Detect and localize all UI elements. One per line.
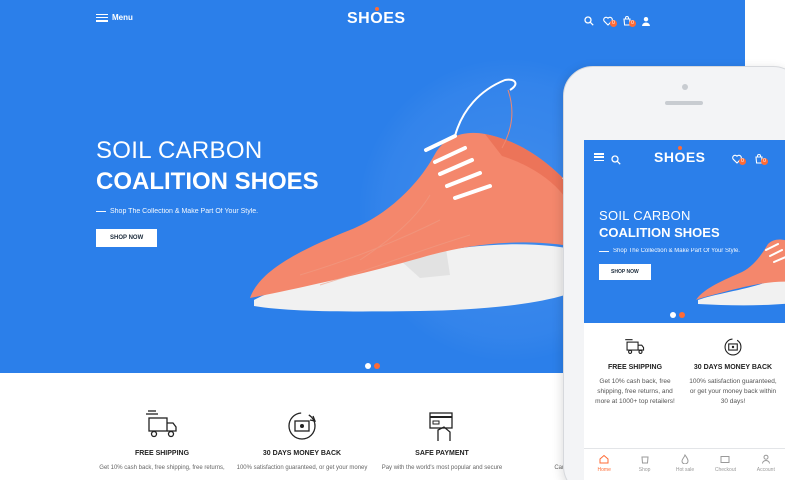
header-bar: Menu SHOES 0 0 [0,0,745,40]
phone-mockup: SHOES 0 0 SOIL CARBON COALITION SHOES Sh… [563,66,785,480]
hamburger-icon[interactable] [594,153,604,161]
mobile-hero-slide-dots [670,312,685,318]
slide-dot-2[interactable] [374,363,380,369]
nav-item-checkout[interactable]: Checkout [705,449,745,480]
logo-text-end: ES [383,10,406,27]
mobile-features-section: FREE SHIPPING Get 10% cash back, free sh… [584,323,785,448]
mobile-brand-logo[interactable]: SHOES [654,149,706,165]
free-shipping-truck-icon [144,408,180,444]
nav-item-home[interactable]: Home [584,449,624,480]
search-icon[interactable] [584,13,594,26]
safe-payment-card-icon [424,408,460,444]
feature-title: FREE SHIPPING [607,364,663,371]
search-icon[interactable] [611,152,621,165]
feature-title: FREE SHIPPING [134,450,190,457]
logo-text-o: O [370,10,384,27]
feature-description: Get 10% cash back, free shipping, free r… [595,378,675,405]
home-icon [599,454,609,464]
logo-text-end: ES [685,149,706,165]
free-shipping-truck-icon [624,336,646,358]
cart-icon[interactable]: 0 [754,151,768,165]
slide-dot-1[interactable] [365,363,371,369]
feature-money-back: 30 DAYS MONEY BACK 100% satisfaction gua… [232,408,372,471]
nav-item-shop[interactable]: Shop [624,449,664,480]
wallet-icon [720,454,730,464]
hero-slide-dots [365,363,380,369]
heart-icon[interactable]: 0 [732,151,746,165]
feature-free-shipping: FREE SHIPPING Get 10% cash back, free sh… [92,408,232,471]
feature-money-back: 30 DAYS MONEY BACK 100% satisfaction gua… [687,336,779,407]
hero-title-line1: SOIL CARBON [599,208,691,223]
mobile-header-bar: SHOES 0 0 [584,140,785,174]
shop-bag-icon [640,454,650,464]
cart-icon[interactable]: 0 [622,13,636,27]
mobile-header-icons: 0 0 [732,151,768,165]
mobile-hero-banner: SHOES 0 0 SOIL CARBON COALITION SHOES Sh… [584,140,785,323]
user-icon [761,454,771,464]
wishlist-count-badge: 0 [739,158,746,165]
feature-title: 30 DAYS MONEY BACK [262,450,342,457]
slide-dot-2[interactable] [679,312,685,318]
feature-description: Pay with the world's most popular and se… [381,465,503,471]
feature-title: SAFE PAYMENT [415,450,469,457]
nav-item-label: Account [756,467,775,473]
mobile-sneaker-image [696,239,785,306]
logo-text-start: SH [654,149,675,165]
flame-icon [680,453,690,465]
nav-item-hot-sale[interactable]: Hot sale [665,449,705,480]
user-icon[interactable] [641,13,651,26]
nav-item-label: Home [597,467,611,473]
feature-title: 30 DAYS MONEY BACK [693,364,773,371]
feature-free-shipping: FREE SHIPPING Get 10% cash back, free sh… [589,336,681,407]
shop-now-button[interactable]: SHOP NOW [96,229,158,247]
nav-item-label: Checkout [714,467,736,473]
phone-camera [682,84,688,90]
menu-button[interactable]: Menu [96,13,133,22]
nav-item-label: Hot sale [675,467,695,473]
heart-icon[interactable]: 0 [603,13,617,27]
phone-speaker [665,101,703,105]
money-back-icon [722,336,744,358]
nav-item-account[interactable]: Account [746,449,785,480]
feature-description: 100% satisfaction guaranteed, or get you… [236,465,368,471]
slide-dot-1[interactable] [670,312,676,318]
brand-logo[interactable]: SHOES [347,10,406,28]
feature-safe-payment: SAFE PAYMENT Pay with the world's most p… [372,408,512,471]
phone-screen: SHOES 0 0 SOIL CARBON COALITION SHOES Sh… [584,140,785,480]
mobile-bottom-nav: Home Shop Hot sale Checkout Account [584,448,785,480]
money-back-icon [284,408,320,444]
logo-text-o: O [674,149,686,165]
shop-now-button[interactable]: SHOP NOW [599,264,651,280]
cart-count-badge: 0 [761,158,768,165]
feature-description: Get 10% cash back, free shipping, free r… [99,465,225,471]
feature-description: 100% satisfaction guaranteed, or get you… [689,378,777,405]
header-icons: 0 0 [584,13,651,27]
logo-text-start: SH [347,10,371,27]
wishlist-count-badge: 0 [610,20,617,27]
nav-item-label: Shop [638,467,651,473]
menu-label: Menu [112,13,133,22]
cart-count-badge: 0 [629,20,636,27]
hamburger-icon [96,13,108,22]
